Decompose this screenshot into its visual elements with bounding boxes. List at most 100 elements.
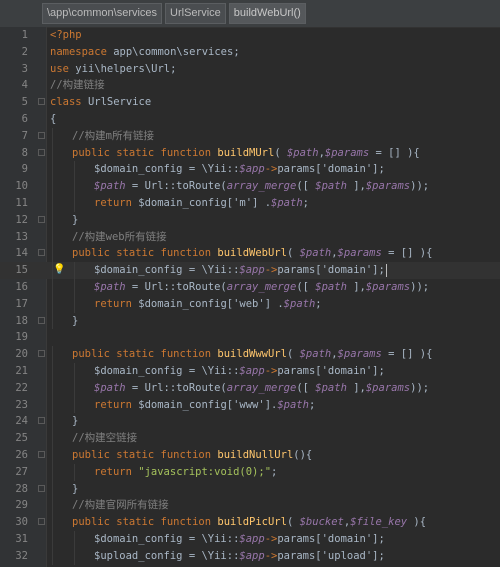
code-token: } [72,314,79,327]
line-number: 2 [21,45,28,58]
line-number: 21 [15,364,28,377]
code-token: "javascript:void(0);" [138,465,272,478]
code-line[interactable]: 28} [0,480,500,498]
fold-marker-icon[interactable] [38,131,45,139]
code-line[interactable]: 12} [0,211,500,229]
code-line[interactable]: 29 //构建官网所有链接 [0,497,500,515]
code-line[interactable]: 15 💡 $domain_config = \Yii::$app->params['… [0,262,500,279]
indent-guide [52,178,53,195]
breadcrumb-namespace[interactable]: \app\common\services [42,3,163,24]
line-number: 28 [15,482,28,495]
line-number: 1 [21,29,28,41]
indent-guide [52,211,53,229]
code-line[interactable]: 20 public static function buildWwwUrl( $p… [0,346,500,363]
breadcrumb: \app\common\services UrlService buildWeb… [0,0,500,28]
code-token: $path [277,398,309,411]
line-number: 13 [15,230,28,243]
code-line[interactable]: 13 //构建web所有链接 [0,228,500,246]
code-line[interactable]: 19 [0,329,500,346]
fold-marker-icon[interactable] [38,417,45,425]
code-line[interactable]: 30 public static function buildPicUrl( $b… [0,514,500,531]
code-token: $params [365,180,411,193]
code-line[interactable]: 4 //构建链接 [0,77,500,94]
code-token: -> [264,532,278,545]
code-line[interactable]: 18} [0,312,500,330]
code-line[interactable]: 23 return $domain_config['www'].$path; [0,396,500,414]
code-token: $domain_config = \Yii:: [94,163,240,176]
code-token: ([ [296,180,316,193]
line-number: 5 [21,96,28,109]
code-line[interactable]: 25 //构建空链接 [0,430,500,447]
code-token: return [94,297,139,310]
code-token: $app [239,163,265,176]
code-area[interactable]: 1 <?php 2 namespace app\common\services; 3 us… [0,27,500,567]
fold-marker-icon[interactable] [38,350,45,358]
code-text: return $domain_config['www'].$path; [94,397,315,414]
code-line[interactable]: 27 return "javascript:void(0);"; [0,463,500,481]
code-token: public static function [72,247,218,260]
code-line[interactable]: 14 public static function buildWebUrl( $p… [0,245,500,263]
fold-marker-icon[interactable] [38,148,45,156]
indent-guide [52,463,53,481]
code-token: ([ [296,381,316,394]
code-line[interactable]: 16 $path = Url::toRoute(array_merge([ $pa… [0,278,500,296]
code-token: $app [239,532,265,545]
code-token: //构建链接 [50,79,105,92]
code-token: ], [346,280,366,293]
indent-guide [52,278,53,296]
code-token: <?php [50,29,82,41]
breadcrumb-method[interactable]: buildWebUrl() [228,3,306,24]
breadcrumb-class[interactable]: UrlService [165,3,226,24]
code-line[interactable]: 32 $upload_config = \Yii::$app->params['u… [0,547,500,565]
line-number: 18 [15,314,28,327]
line-number: 10 [15,180,28,193]
code-line[interactable]: 7 //构建m所有链接 [0,127,500,145]
code-line[interactable]: 5 class UrlService [0,94,500,111]
code-text: class UrlService [50,94,151,111]
code-line[interactable]: 3 use yii\helpers\Url; [0,61,500,78]
code-line[interactable]: 24} [0,413,500,431]
fold-marker-icon[interactable] [38,249,45,257]
code-line[interactable]: 31 $domain_config = \Yii::$app->params['d… [0,530,500,548]
code-line[interactable]: 17 return $domain_config['web'] .$path; [0,295,500,313]
code-token: -> [264,163,278,176]
code-token: ( [286,247,300,260]
code-token: $bucket [299,516,344,529]
fold-marker-icon[interactable] [38,518,45,526]
line-number: 26 [15,448,28,461]
code-token: ; [308,398,316,411]
code-text: <?php [50,27,82,44]
code-token: buildMUrl [217,146,275,159]
code-line[interactable]: 6{ [0,111,500,128]
code-token: //构建空链接 [72,432,138,445]
code-line[interactable]: 11 return $domain_config['m'] .$path; [0,194,500,212]
code-line[interactable]: 21 $domain_config = \Yii::$app->params['d… [0,362,500,380]
code-token: buildWebUrl [217,247,287,260]
code-editor[interactable]: \app\common\services UrlService buildWeb… [0,0,500,567]
code-line[interactable]: 2 namespace app\common\services; [0,44,500,61]
text-caret [385,263,387,277]
lightbulb-icon[interactable]: 💡 [53,264,65,276]
code-line[interactable]: 22 $path = Url::toRoute(array_merge([ $pa… [0,379,500,397]
code-line[interactable]: 8 public static function buildMUrl( $path… [0,144,500,162]
fold-marker-icon[interactable] [38,484,45,492]
line-number: 27 [15,465,28,478]
code-token: public static function [72,146,218,159]
code-line[interactable]: 10 $path = Url::toRoute(array_merge([ $pa… [0,178,500,195]
code-line[interactable]: 26 public static function buildNullUrl(){ [0,446,500,464]
code-token: $app [239,264,265,277]
indent-guide [74,379,75,397]
fold-marker-icon[interactable] [38,215,45,223]
indent-guide [52,346,53,363]
line-number: 8 [21,146,28,159]
fold-marker-icon[interactable] [38,98,45,106]
code-token: $params [365,280,411,293]
line-number: 24 [15,415,28,428]
code-line[interactable]: 1 <?php [0,27,500,44]
code-token: $upload_config = \Yii:: [94,549,240,562]
line-number: 9 [21,163,28,176]
code-line[interactable]: 9 $domain_config = \Yii::$app->params['do… [0,161,500,179]
code-token: array_merge [226,381,297,394]
fold-marker-icon[interactable] [38,450,45,458]
fold-marker-icon[interactable] [38,316,45,324]
